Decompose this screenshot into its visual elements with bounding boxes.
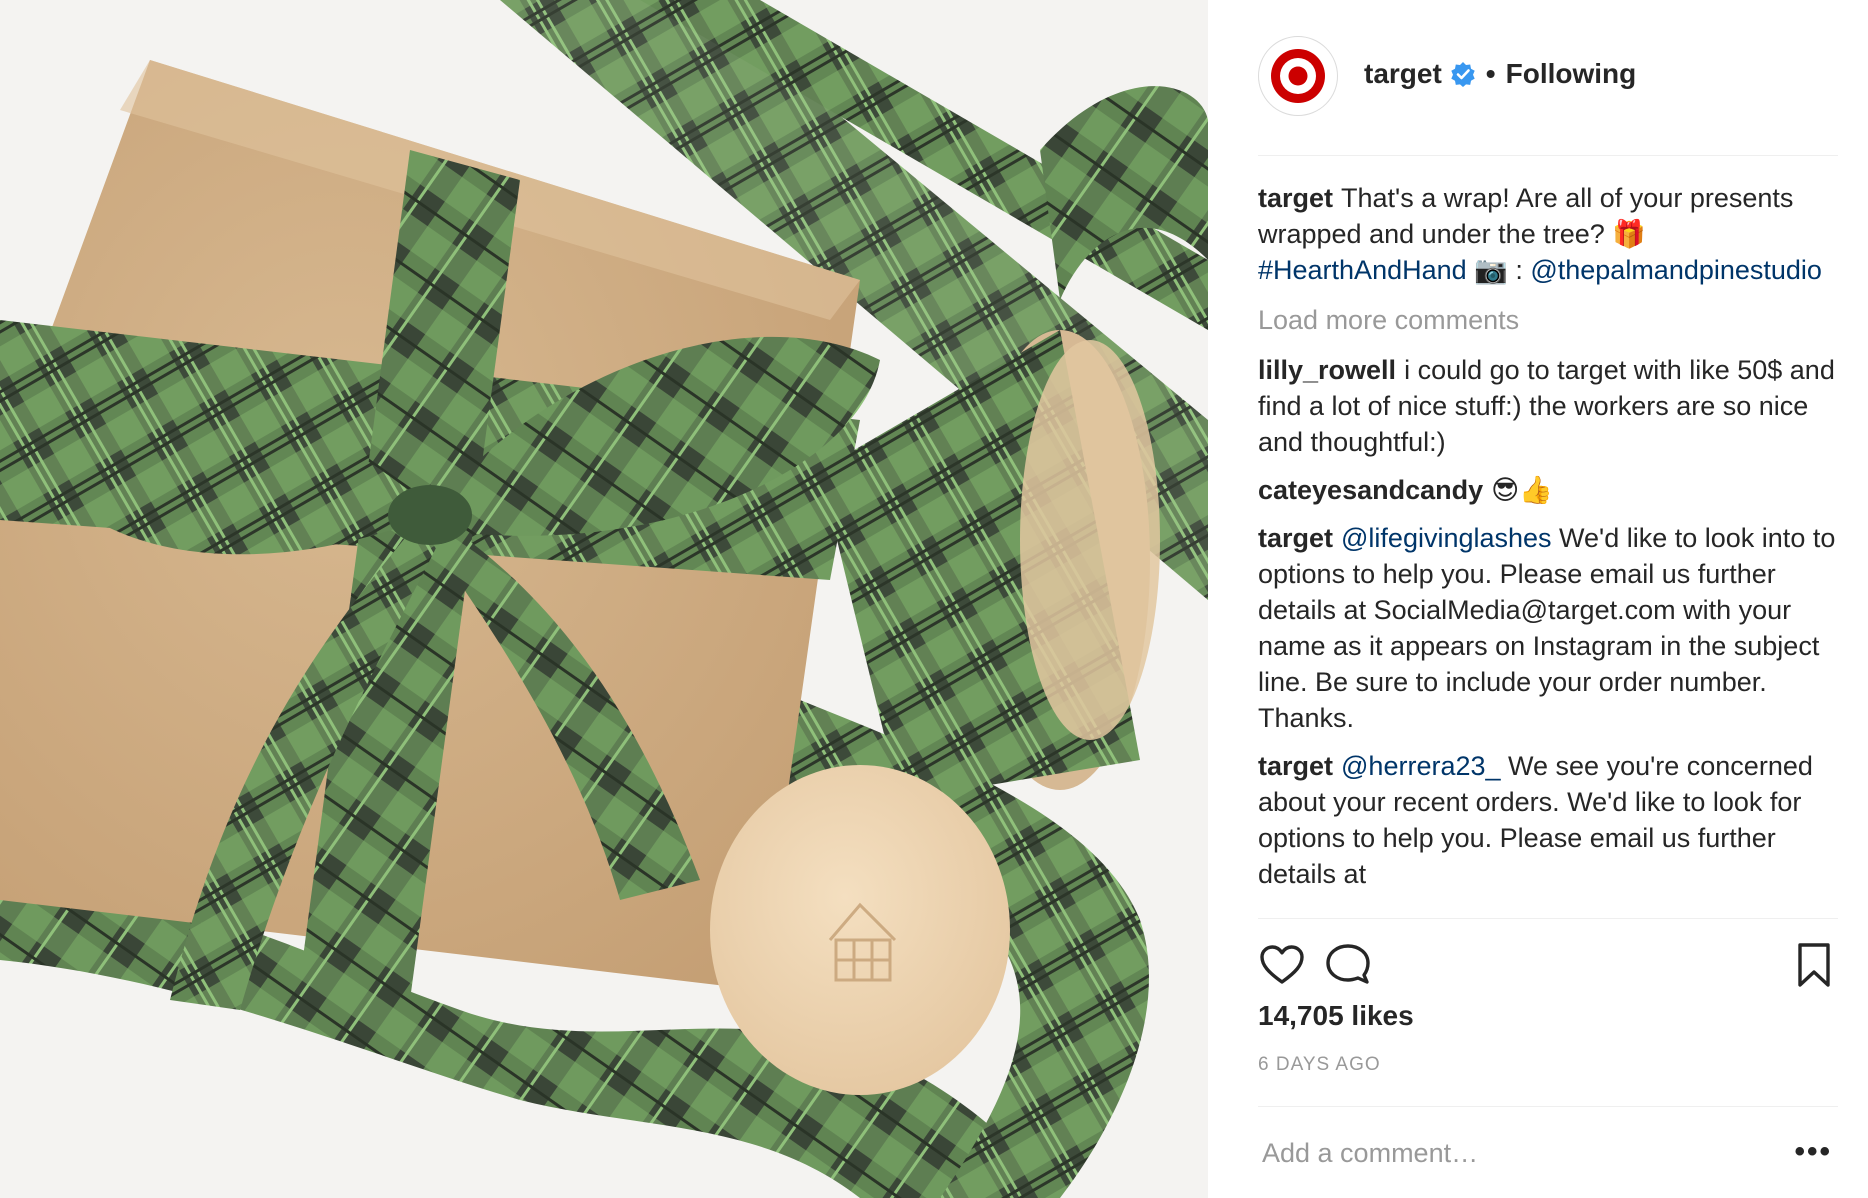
comment-username[interactable]: target xyxy=(1258,751,1333,781)
header-separator: • xyxy=(1485,58,1496,89)
camera-emoji: 📷 xyxy=(1474,255,1508,285)
account-username[interactable]: target xyxy=(1364,58,1442,90)
post-header: target • Following xyxy=(1258,36,1838,156)
comment-item: target @lifegivinglashes We'd like to loo… xyxy=(1258,520,1838,736)
heart-icon xyxy=(1260,945,1304,984)
caption-colon: : xyxy=(1515,255,1523,285)
caption-text: That's a wrap! Are all of your presents … xyxy=(1258,183,1794,249)
comment-item: cateyesandcandy 😎👍 xyxy=(1258,472,1838,508)
post-photo[interactable] xyxy=(0,0,1208,1198)
comment-text: We'd like to look into to options to hel… xyxy=(1258,523,1836,733)
load-more-comments-button[interactable]: Load more comments xyxy=(1258,302,1838,338)
header-row: target • Following xyxy=(1364,58,1636,90)
add-comment-input[interactable] xyxy=(1262,1131,1762,1175)
bookmark-icon xyxy=(1798,943,1830,987)
comment-username[interactable]: target xyxy=(1258,523,1333,553)
account-avatar[interactable] xyxy=(1258,36,1338,116)
target-logo-icon xyxy=(1271,49,1325,103)
save-button[interactable] xyxy=(1790,941,1838,989)
comment-button[interactable] xyxy=(1324,941,1372,989)
following-button[interactable]: Following xyxy=(1506,58,1637,90)
comment-mention[interactable]: @lifegivinglashes xyxy=(1341,523,1552,553)
caption-mention[interactable]: @thepalmandpinestudio xyxy=(1530,255,1822,285)
more-dots-icon[interactable]: ••• xyxy=(1794,1137,1832,1167)
comment-list: target That's a wrap! Are all of your pre… xyxy=(1258,180,1838,918)
like-count[interactable]: 14,705 likes xyxy=(1258,1000,1414,1032)
comment-item: target @herrera23_ We see you're concerne… xyxy=(1258,748,1838,892)
add-comment-section: ••• xyxy=(1258,1106,1838,1198)
comment-mention[interactable]: @herrera23_ xyxy=(1341,751,1501,781)
verified-badge-icon xyxy=(1451,62,1475,87)
like-button[interactable] xyxy=(1258,941,1306,989)
post-side-panel: target • Following target That's a wrap! … xyxy=(1208,0,1868,1198)
comment-item: lilly_rowell i could go to target with li… xyxy=(1258,352,1838,460)
caption: target That's a wrap! Are all of your pre… xyxy=(1258,180,1838,288)
caption-hashtag[interactable]: #HearthAndHand xyxy=(1258,255,1467,285)
comment-text: 😎👍 xyxy=(1491,475,1553,505)
comment-username[interactable]: cateyesandcandy xyxy=(1258,475,1483,505)
gift-photo-illustration xyxy=(0,0,1208,1198)
comment-username[interactable]: lilly_rowell xyxy=(1258,355,1396,385)
caption-username[interactable]: target xyxy=(1258,183,1333,213)
post-timestamp: 6 DAYS AGO xyxy=(1258,1054,1381,1075)
comment-bubble-icon xyxy=(1326,944,1370,984)
